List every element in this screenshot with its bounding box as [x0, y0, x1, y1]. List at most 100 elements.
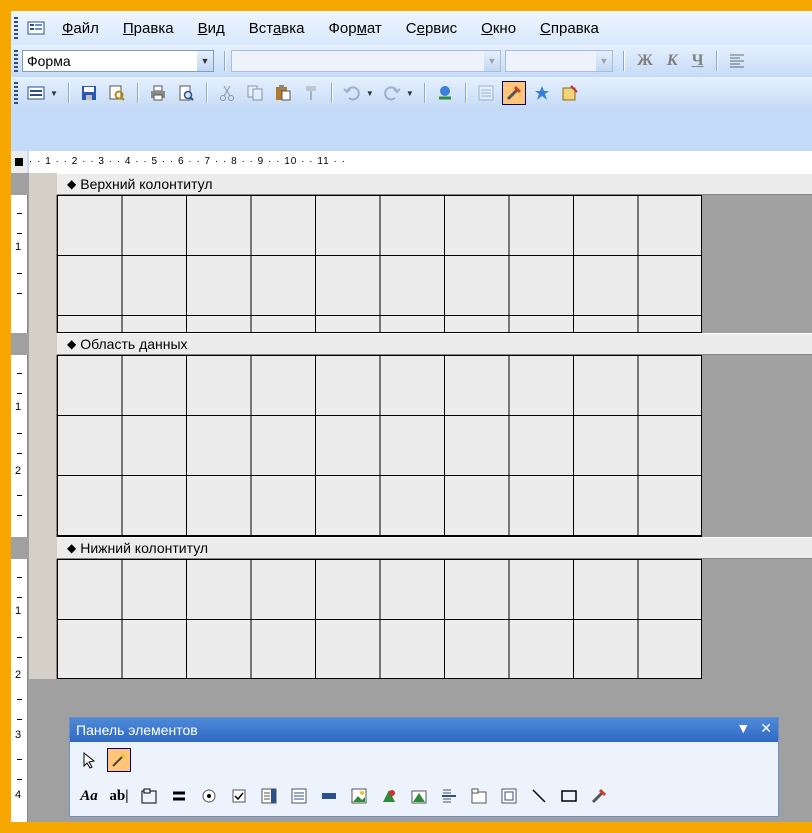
textbox-icon[interactable]: ab|	[107, 784, 131, 808]
section-grid-footer[interactable]	[57, 559, 702, 679]
separator	[205, 83, 207, 103]
subform-icon[interactable]	[497, 784, 521, 808]
code-icon[interactable]	[558, 81, 582, 105]
ruler-number: 2	[15, 465, 22, 477]
toggle-button-icon[interactable]	[167, 784, 191, 808]
section-selector-detail[interactable]	[29, 333, 57, 355]
format-painter-icon[interactable]	[299, 81, 323, 105]
cut-icon[interactable]	[215, 81, 239, 105]
section-bar-footer[interactable]: ◆ Нижний колонтитул	[57, 537, 812, 559]
ruler-tick	[17, 273, 22, 274]
view-form-icon[interactable]	[24, 81, 48, 105]
section-selector-header[interactable]	[29, 173, 57, 195]
chevron-down-icon[interactable]: ▼	[197, 51, 213, 71]
toolbox-titlebar[interactable]: Панель элементов ▼ ✕	[70, 718, 778, 742]
ruler-tick	[17, 213, 22, 214]
close-icon[interactable]: ✕	[760, 720, 772, 737]
form-selector-square	[15, 158, 23, 166]
align-left-icon[interactable]	[725, 49, 749, 73]
menu-file[interactable]: Файл	[50, 20, 111, 37]
object-combo[interactable]: Форма ▼	[22, 50, 214, 72]
command-button-icon[interactable]	[317, 784, 341, 808]
search-icon[interactable]	[105, 81, 129, 105]
copy-icon[interactable]	[243, 81, 267, 105]
print-preview-icon[interactable]	[174, 81, 198, 105]
menu-insert[interactable]: Вставка	[237, 20, 317, 37]
chevron-down-icon[interactable]: ▼	[406, 89, 414, 98]
separator	[330, 83, 332, 103]
chevron-down-icon[interactable]: ▼	[736, 720, 750, 737]
form-icon[interactable]	[24, 16, 48, 40]
combobox-icon[interactable]	[257, 784, 281, 808]
menu-format[interactable]: Формат	[316, 20, 393, 37]
listbox-icon[interactable]	[287, 784, 311, 808]
toolbox-panel[interactable]: Панель элементов ▼ ✕ Aa ab|	[69, 717, 779, 817]
section-label-detail: Область данных	[80, 336, 188, 352]
bound-object-frame-icon[interactable]	[407, 784, 431, 808]
menu-help[interactable]: Справка	[528, 20, 611, 37]
paste-icon[interactable]	[271, 81, 295, 105]
toolbox-row-2: Aa ab|	[70, 778, 778, 814]
font-combo[interactable]: ▼	[231, 50, 501, 72]
section-bar-header[interactable]: ◆ Верхний колонтитул	[57, 173, 812, 195]
line-icon[interactable]	[527, 784, 551, 808]
section-bar-detail[interactable]: ◆ Область данных	[57, 333, 812, 355]
menu-tools[interactable]: Сервис	[394, 20, 469, 37]
section-label-header: Верхний колонтитул	[80, 176, 213, 192]
vertical-ruler-footer[interactable]: 1 2 3 4	[11, 559, 28, 822]
font-size-combo[interactable]: ▼	[505, 50, 613, 72]
ruler-tick	[17, 433, 22, 434]
menu-view[interactable]: Вид	[186, 20, 237, 37]
select-objects-icon[interactable]	[77, 748, 101, 772]
section-grid-detail[interactable]	[57, 355, 702, 537]
option-button-icon[interactable]	[197, 784, 221, 808]
label-icon[interactable]: Aa	[77, 784, 101, 808]
control-wizards-icon[interactable]	[107, 748, 131, 772]
vertical-ruler-header[interactable]: 1	[11, 195, 28, 333]
image-icon[interactable]	[347, 784, 371, 808]
ruler-number: 1	[15, 241, 22, 253]
rectangle-icon[interactable]	[557, 784, 581, 808]
pointer-icon: ◆	[67, 337, 77, 351]
more-controls-icon[interactable]	[587, 784, 611, 808]
ruler-tick	[17, 393, 22, 394]
label-glyph: Aa	[80, 787, 98, 804]
ruler-number: 2	[15, 669, 22, 681]
menu-window[interactable]: Окно	[469, 20, 528, 37]
horizontal-ruler[interactable]: · · 1 · · 2 · · 3 · · 4 · · 5 · · 6 · · …	[29, 151, 812, 173]
vertical-ruler-detail[interactable]: 1 2	[11, 355, 28, 537]
row-selector-detail[interactable]	[29, 355, 57, 537]
ruler-number: 1	[15, 401, 22, 413]
chevron-down-icon[interactable]: ▼	[596, 51, 612, 71]
ruler-tick	[17, 373, 22, 374]
toolbar-grip[interactable]	[14, 82, 18, 104]
chevron-down-icon[interactable]: ▼	[484, 51, 500, 71]
bold-button[interactable]: Ж	[630, 52, 660, 70]
chevron-down-icon[interactable]: ▼	[50, 89, 58, 98]
menu-edit[interactable]: Правка	[111, 20, 186, 37]
row-selector-footer[interactable]	[29, 559, 57, 679]
section-selector-footer[interactable]	[29, 537, 57, 559]
unbound-object-frame-icon[interactable]	[377, 784, 401, 808]
form-selector[interactable]	[11, 151, 27, 173]
italic-button[interactable]: К	[660, 52, 685, 70]
chevron-down-icon[interactable]: ▼	[366, 89, 374, 98]
toolbox-icon[interactable]	[501, 81, 526, 105]
undo-icon[interactable]	[340, 81, 364, 105]
toolbar-grip[interactable]	[14, 17, 18, 39]
save-icon[interactable]	[77, 81, 101, 105]
ruler-tick	[17, 637, 22, 638]
row-selector-header[interactable]	[29, 195, 57, 333]
print-icon[interactable]	[146, 81, 170, 105]
option-group-icon[interactable]	[137, 784, 161, 808]
section-grid-header[interactable]	[57, 195, 702, 333]
checkbox-icon[interactable]	[227, 784, 251, 808]
field-list-icon[interactable]	[474, 81, 498, 105]
autoformat-icon[interactable]	[530, 81, 554, 105]
hyperlink-icon[interactable]	[433, 81, 457, 105]
tab-control-icon[interactable]	[467, 784, 491, 808]
underline-button[interactable]: Ч	[685, 52, 711, 70]
toolbar-grip[interactable]	[14, 50, 18, 72]
redo-icon[interactable]	[380, 81, 404, 105]
page-break-icon[interactable]	[437, 784, 461, 808]
